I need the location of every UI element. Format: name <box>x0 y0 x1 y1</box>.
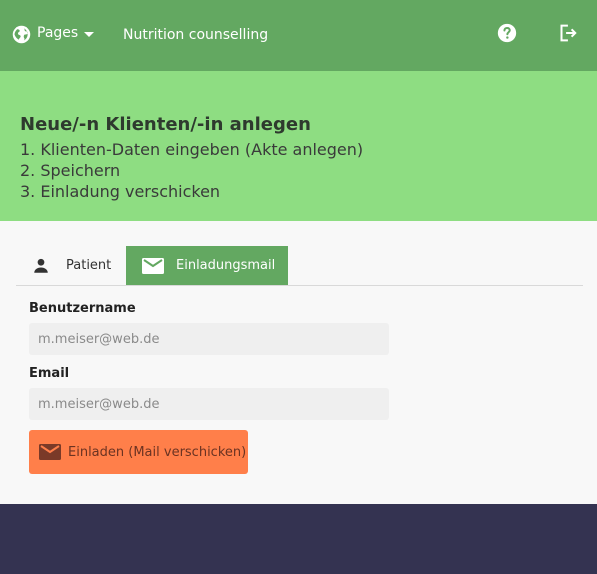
username-field[interactable] <box>29 323 389 355</box>
email-label: Email <box>29 366 70 381</box>
chevron-down-icon[interactable] <box>84 32 94 37</box>
invite-button[interactable]: Einladen (Mail verschicken) <box>29 430 248 474</box>
step-item: 3. Einladung verschicken <box>20 182 221 201</box>
step-item: 2. Speichern <box>20 161 121 180</box>
mail-icon <box>39 444 61 460</box>
form-panel: Patient Einladungsmail Benutzername Emai… <box>0 221 597 504</box>
mail-icon <box>142 257 164 274</box>
tab-patient[interactable]: Patient <box>16 246 126 285</box>
globe-icon[interactable] <box>11 24 32 45</box>
pages-menu[interactable]: Pages <box>37 25 78 41</box>
tab-label: Einladungsmail <box>176 258 276 273</box>
email-field[interactable] <box>29 388 389 420</box>
invite-button-label: Einladen (Mail verschicken) <box>68 444 247 460</box>
tab-einladungsmail[interactable]: Einladungsmail <box>126 246 288 285</box>
username-label: Benutzername <box>29 301 136 316</box>
tab-label: Patient <box>66 258 112 273</box>
page-title: Neue/-n Klienten/-in anlegen <box>20 114 311 135</box>
logout-icon[interactable] <box>556 22 578 44</box>
top-navbar: Pages Nutrition counselling <box>0 0 597 71</box>
page-header: Neue/-n Klienten/-in anlegen 1. Klienten… <box>0 71 597 221</box>
person-icon <box>34 258 48 273</box>
tab-bar: Patient Einladungsmail <box>16 246 583 286</box>
steps-list: 1. Klienten-Daten eingeben (Akte anlegen… <box>20 139 363 202</box>
step-item: 1. Klienten-Daten eingeben (Akte anlegen… <box>20 140 364 159</box>
help-icon[interactable] <box>496 22 518 44</box>
app-title[interactable]: Nutrition counselling <box>123 27 268 43</box>
footer <box>0 504 597 574</box>
